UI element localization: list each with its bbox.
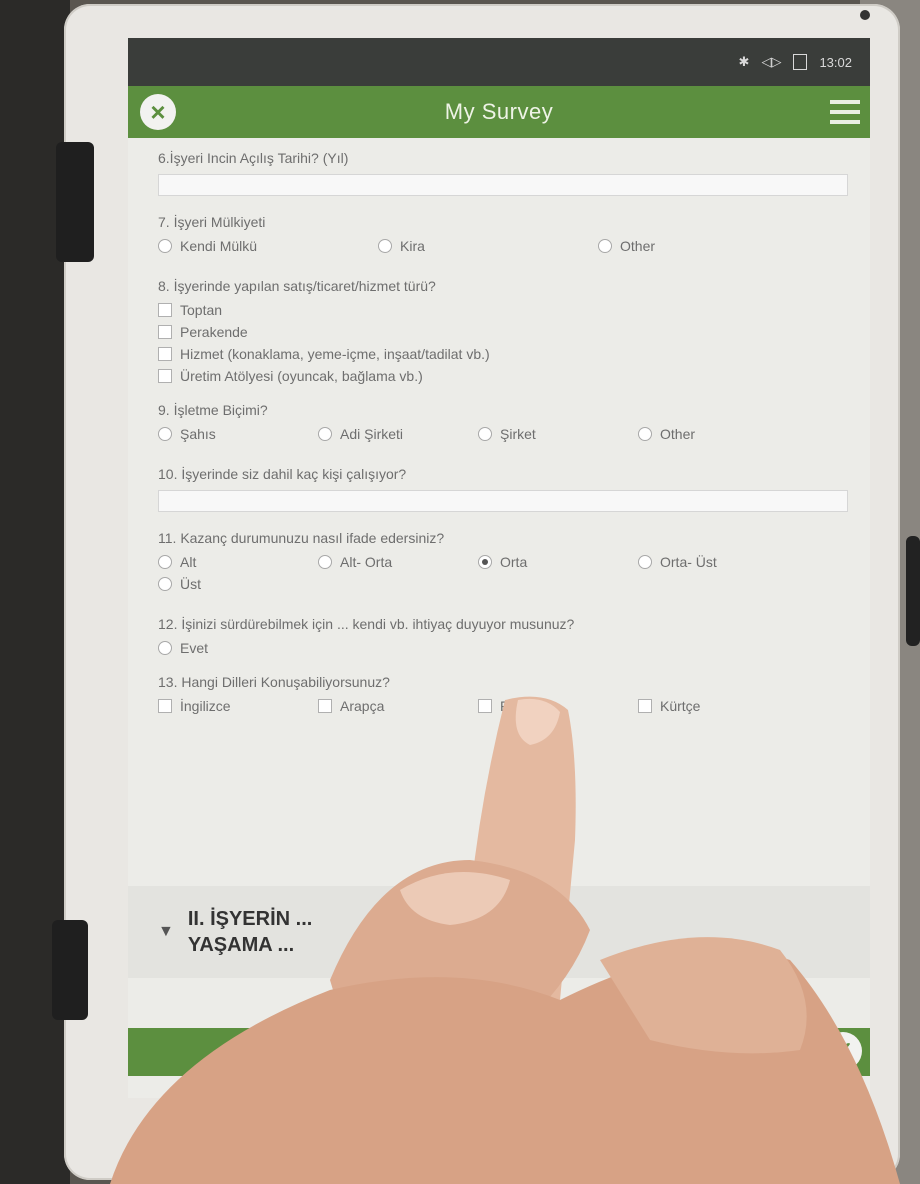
- tablet-screen: ✱ ◁▷ 13:02 × My Survey 6.İşyeri Incin Aç…: [128, 38, 870, 1098]
- question-10-label: 10. İşyerinde siz dahil kaç kişi çalışıy…: [158, 466, 407, 482]
- radio[interactable]: [158, 641, 172, 655]
- app-title: My Survey: [444, 99, 554, 124]
- radio[interactable]: [318, 555, 332, 569]
- question-9-label: 9. İşletme Biçimi?: [158, 402, 268, 418]
- close-button[interactable]: ×: [140, 94, 176, 130]
- radio[interactable]: [158, 555, 172, 569]
- menu-button[interactable]: [830, 100, 860, 124]
- q11-option-orta-ust[interactable]: Orta- Üst: [638, 554, 798, 570]
- q7-option-other[interactable]: Other: [598, 238, 758, 254]
- section-title-line2: YAŞAMA ...: [187, 934, 295, 956]
- status-bar: ✱ ◁▷ 13:02: [128, 38, 870, 86]
- radio[interactable]: [478, 427, 492, 441]
- question-11-label: 11. Kazanç durumunuzu nasıl ifade edersi…: [158, 530, 445, 546]
- submit-button[interactable]: ✓: [824, 1032, 862, 1070]
- question-10-input[interactable]: [158, 490, 848, 512]
- radio[interactable]: [158, 427, 172, 441]
- q8-option-perakende[interactable]: Perakende: [158, 324, 848, 340]
- question-11: 11. Kazanç durumunuzu nasıl ifade edersi…: [158, 530, 848, 598]
- q8-option-toptan[interactable]: Toptan: [158, 302, 848, 318]
- q9-option-adi[interactable]: Adi Şirketi: [318, 426, 478, 442]
- radio[interactable]: [318, 427, 332, 441]
- q9-option-sahis[interactable]: Şahıs: [158, 426, 318, 442]
- case-clip-bottom: [52, 920, 88, 1020]
- q11-option-ust[interactable]: Üst: [158, 576, 318, 592]
- question-13: 13. Hangi Dilleri Konuşabiliyorsunuz? İn…: [158, 674, 848, 720]
- battery-icon: [793, 54, 808, 70]
- checkbox[interactable]: [158, 303, 172, 317]
- question-6-label: 6.İşyeri Incin Açılış Tarihi? (Yıl): [158, 150, 349, 166]
- radio[interactable]: [378, 239, 392, 253]
- q13-option-arapca[interactable]: Arapça: [318, 698, 478, 714]
- section-header[interactable]: ▼ II. İŞYERİN ... YAŞAMA ...: [128, 886, 870, 978]
- bluetooth-icon: ✱: [738, 54, 750, 69]
- checkbox[interactable]: [158, 699, 172, 713]
- question-8: 8. İşyerinde yapılan satış/ticaret/hizme…: [158, 278, 848, 384]
- case-clip-right: [906, 536, 920, 646]
- checkbox[interactable]: [158, 347, 172, 361]
- chevron-down-icon: ▼: [158, 923, 174, 940]
- radio[interactable]: [158, 577, 172, 591]
- q13-option-kurtce[interactable]: Kürtçe: [638, 698, 798, 714]
- radio-selected[interactable]: [478, 555, 492, 569]
- radio[interactable]: [598, 239, 612, 253]
- section-title-line1: II. İŞYERİN ...: [187, 908, 313, 930]
- q11-option-orta[interactable]: Orta: [478, 554, 638, 570]
- q8-option-uretim[interactable]: Üretim Atölyesi (oyuncak, bağlama vb.): [158, 368, 848, 384]
- question-7: 7. İşyeri Mülkiyeti Kendi Mülkü Kira Oth…: [158, 214, 848, 260]
- bottom-bar: ✓: [128, 1028, 870, 1076]
- checkbox[interactable]: [158, 369, 172, 383]
- q9-option-sirket[interactable]: Şirket: [478, 426, 638, 442]
- radio[interactable]: [638, 427, 652, 441]
- q13-option-ingilizce[interactable]: İngilizce: [158, 698, 318, 714]
- q13-option-farsca[interactable]: Farsça: [478, 698, 638, 714]
- question-12: 12. İşinizi sürdürebilmek için ... kendi…: [158, 616, 848, 656]
- wifi-icon: ◁▷: [761, 54, 782, 69]
- q11-option-alt[interactable]: Alt: [158, 554, 318, 570]
- radio[interactable]: [158, 239, 172, 253]
- hamburger-icon: [830, 100, 860, 104]
- question-9: 9. İşletme Biçimi? Şahıs Adi Şirketi Şir…: [158, 402, 848, 448]
- checkbox[interactable]: [478, 699, 492, 713]
- checkbox[interactable]: [158, 325, 172, 339]
- status-time: 13:02: [819, 54, 852, 70]
- q7-option-kendi[interactable]: Kendi Mülkü: [158, 238, 378, 254]
- close-icon: ×: [150, 97, 166, 127]
- checkbox[interactable]: [638, 699, 652, 713]
- checkmark-icon: ✓: [832, 1036, 854, 1066]
- app-bar: × My Survey: [128, 86, 870, 138]
- question-6-input[interactable]: [158, 174, 848, 196]
- question-7-label: 7. İşyeri Mülkiyeti: [158, 214, 266, 230]
- q11-option-alt-orta[interactable]: Alt- Orta: [318, 554, 478, 570]
- question-8-label: 8. İşyerinde yapılan satış/ticaret/hizme…: [158, 278, 436, 294]
- radio[interactable]: [638, 555, 652, 569]
- q7-option-kira[interactable]: Kira: [378, 238, 598, 254]
- q8-option-hizmet[interactable]: Hizmet (konaklama, yeme-içme, inşaat/tad…: [158, 346, 848, 362]
- camera: [860, 10, 870, 20]
- q12-option-evet[interactable]: Evet: [158, 640, 848, 656]
- question-12-label: 12. İşinizi sürdürebilmek için ... kendi…: [158, 616, 575, 632]
- q9-option-other[interactable]: Other: [638, 426, 798, 442]
- survey-form: 6.İşyeri Incin Açılış Tarihi? (Yıl) 7. İ…: [158, 150, 848, 738]
- case-clip-top: [56, 142, 94, 262]
- question-10: 10. İşyerinde siz dahil kaç kişi çalışıy…: [158, 466, 848, 512]
- checkbox[interactable]: [318, 699, 332, 713]
- question-13-label: 13. Hangi Dilleri Konuşabiliyorsunuz?: [158, 674, 390, 690]
- question-6: 6.İşyeri Incin Açılış Tarihi? (Yıl): [158, 150, 848, 196]
